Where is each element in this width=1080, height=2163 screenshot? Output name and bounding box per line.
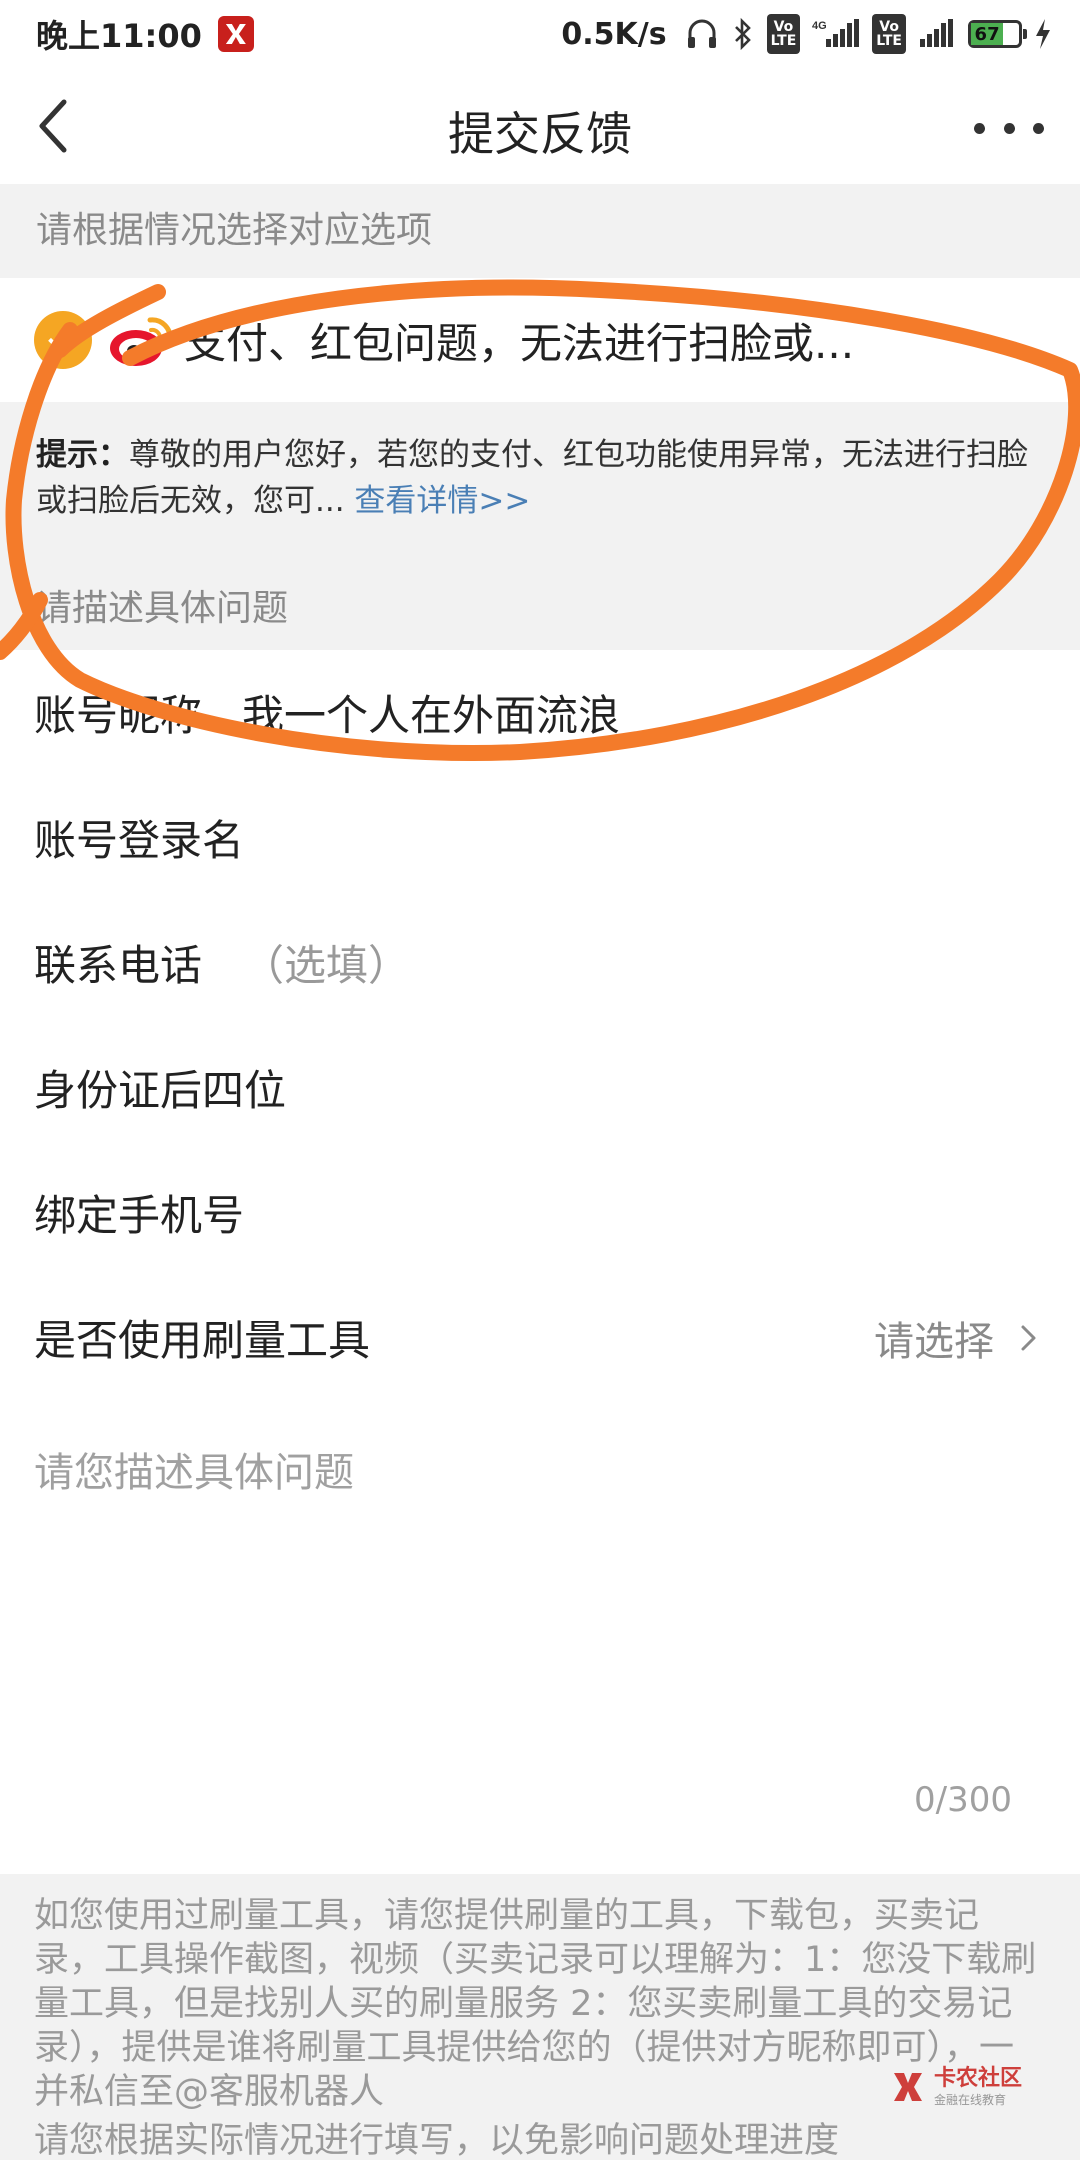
- more-dot-icon: [1003, 122, 1015, 134]
- account-nickname-field[interactable]: 账号昵称 我一个人在外面流浪: [0, 650, 1080, 775]
- hint-text: 尊敬的用户您好，若您的支付、红包功能使用异常，无法进行扫脸或扫脸后无效，您可..…: [36, 437, 1028, 519]
- more-dot-icon: [1033, 122, 1044, 134]
- field-label: 账号登录名: [34, 816, 245, 865]
- bound-phone-field[interactable]: 绑定手机号: [0, 1150, 1080, 1275]
- field-label: 是否使用刷量工具: [34, 1316, 371, 1365]
- traffic-tool-select-row[interactable]: 是否使用刷量工具 请选择: [0, 1275, 1080, 1400]
- field-label: 联系电话: [34, 941, 203, 990]
- option-item-payment[interactable]: 支付、红包问题，无法进行扫脸或...: [0, 278, 1080, 402]
- more-options-button[interactable]: [974, 108, 1044, 148]
- watermark-title: 卡农社区: [933, 2066, 1022, 2091]
- footer-note-2: 请您根据实际情况进行填写，以免影响问题处理进度: [34, 2121, 840, 2161]
- char-counter: 0/300: [914, 1780, 1012, 1820]
- status-right: 0.5K/s Vo LTE 4G Vo LTE 67: [561, 14, 1052, 54]
- watermark: 卡农社区 金融在线教育: [890, 2068, 1022, 2106]
- hint-box: 提示：尊敬的用户您好，若您的支付、红包功能使用异常，无法进行扫脸或扫脸后无效，您…: [0, 402, 1080, 542]
- id-last-four-field[interactable]: 身份证后四位: [0, 1025, 1080, 1150]
- title-bar: 提交反馈: [0, 68, 1080, 185]
- page-title: 提交反馈: [448, 107, 632, 161]
- status-time: 晚上11:00: [36, 17, 202, 55]
- status-bar: 晚上11:00 0.5K/s Vo LTE 4G Vo LTE 67: [0, 0, 1080, 68]
- app-notification-icon: [217, 16, 254, 52]
- bluetooth-icon: [731, 16, 755, 52]
- volte-icon-2: Vo LTE: [872, 14, 906, 54]
- signal-4g-icon: 4G: [812, 16, 860, 52]
- volte-icon: Vo LTE: [766, 14, 801, 54]
- network-speed: 0.5K/s: [561, 16, 667, 52]
- field-label: 身份证后四位: [34, 1066, 287, 1115]
- section-header-describe: 请描述具体问题: [0, 542, 1080, 650]
- signal-icon: [918, 16, 956, 52]
- more-dot-icon: [974, 122, 985, 134]
- hint-prefix: 提示：: [36, 437, 129, 473]
- description-textarea[interactable]: 请您描述具体问题 0/300: [0, 1400, 1080, 1874]
- battery-level: 67: [971, 23, 1004, 45]
- description-placeholder: 请您描述具体问题: [34, 1450, 354, 1496]
- headphones-icon: [685, 16, 719, 52]
- watermark-subtitle: 金融在线教育: [933, 2093, 1006, 2107]
- svg-text:4G: 4G: [812, 20, 827, 32]
- select-placeholder: 请选择: [874, 1318, 994, 1365]
- field-label: 账号昵称: [34, 691, 203, 740]
- option-label: 支付、红包问题，无法进行扫脸或...: [184, 318, 855, 368]
- traffic-tool-select[interactable]: 请选择: [874, 1275, 1044, 1400]
- section-header-options: 请根据情况选择对应选项: [0, 184, 1080, 278]
- battery-icon: 67: [968, 20, 1027, 48]
- view-details-link[interactable]: 查看详情>>: [354, 483, 530, 519]
- status-left: 晚上11:00: [36, 11, 254, 57]
- account-login-name-field[interactable]: 账号登录名: [0, 775, 1080, 900]
- weibo-logo-icon: [110, 317, 173, 366]
- account-nickname-value: 我一个人在外面流浪: [242, 691, 621, 740]
- contact-phone-field[interactable]: 联系电话 （选填）: [0, 900, 1080, 1025]
- chevron-right-icon: [1021, 1325, 1036, 1350]
- kanong-logo-icon: [893, 2073, 922, 2101]
- field-label: 绑定手机号: [34, 1191, 245, 1240]
- optional-hint: （选填）: [242, 941, 411, 990]
- radio-selected-icon[interactable]: [34, 311, 92, 369]
- footer-note-text: 如您使用过刷量工具，请您提供刷量的工具，下载包，买卖记录，工具操作截图，视频（买…: [34, 1896, 1037, 2112]
- charging-icon: [1034, 16, 1052, 52]
